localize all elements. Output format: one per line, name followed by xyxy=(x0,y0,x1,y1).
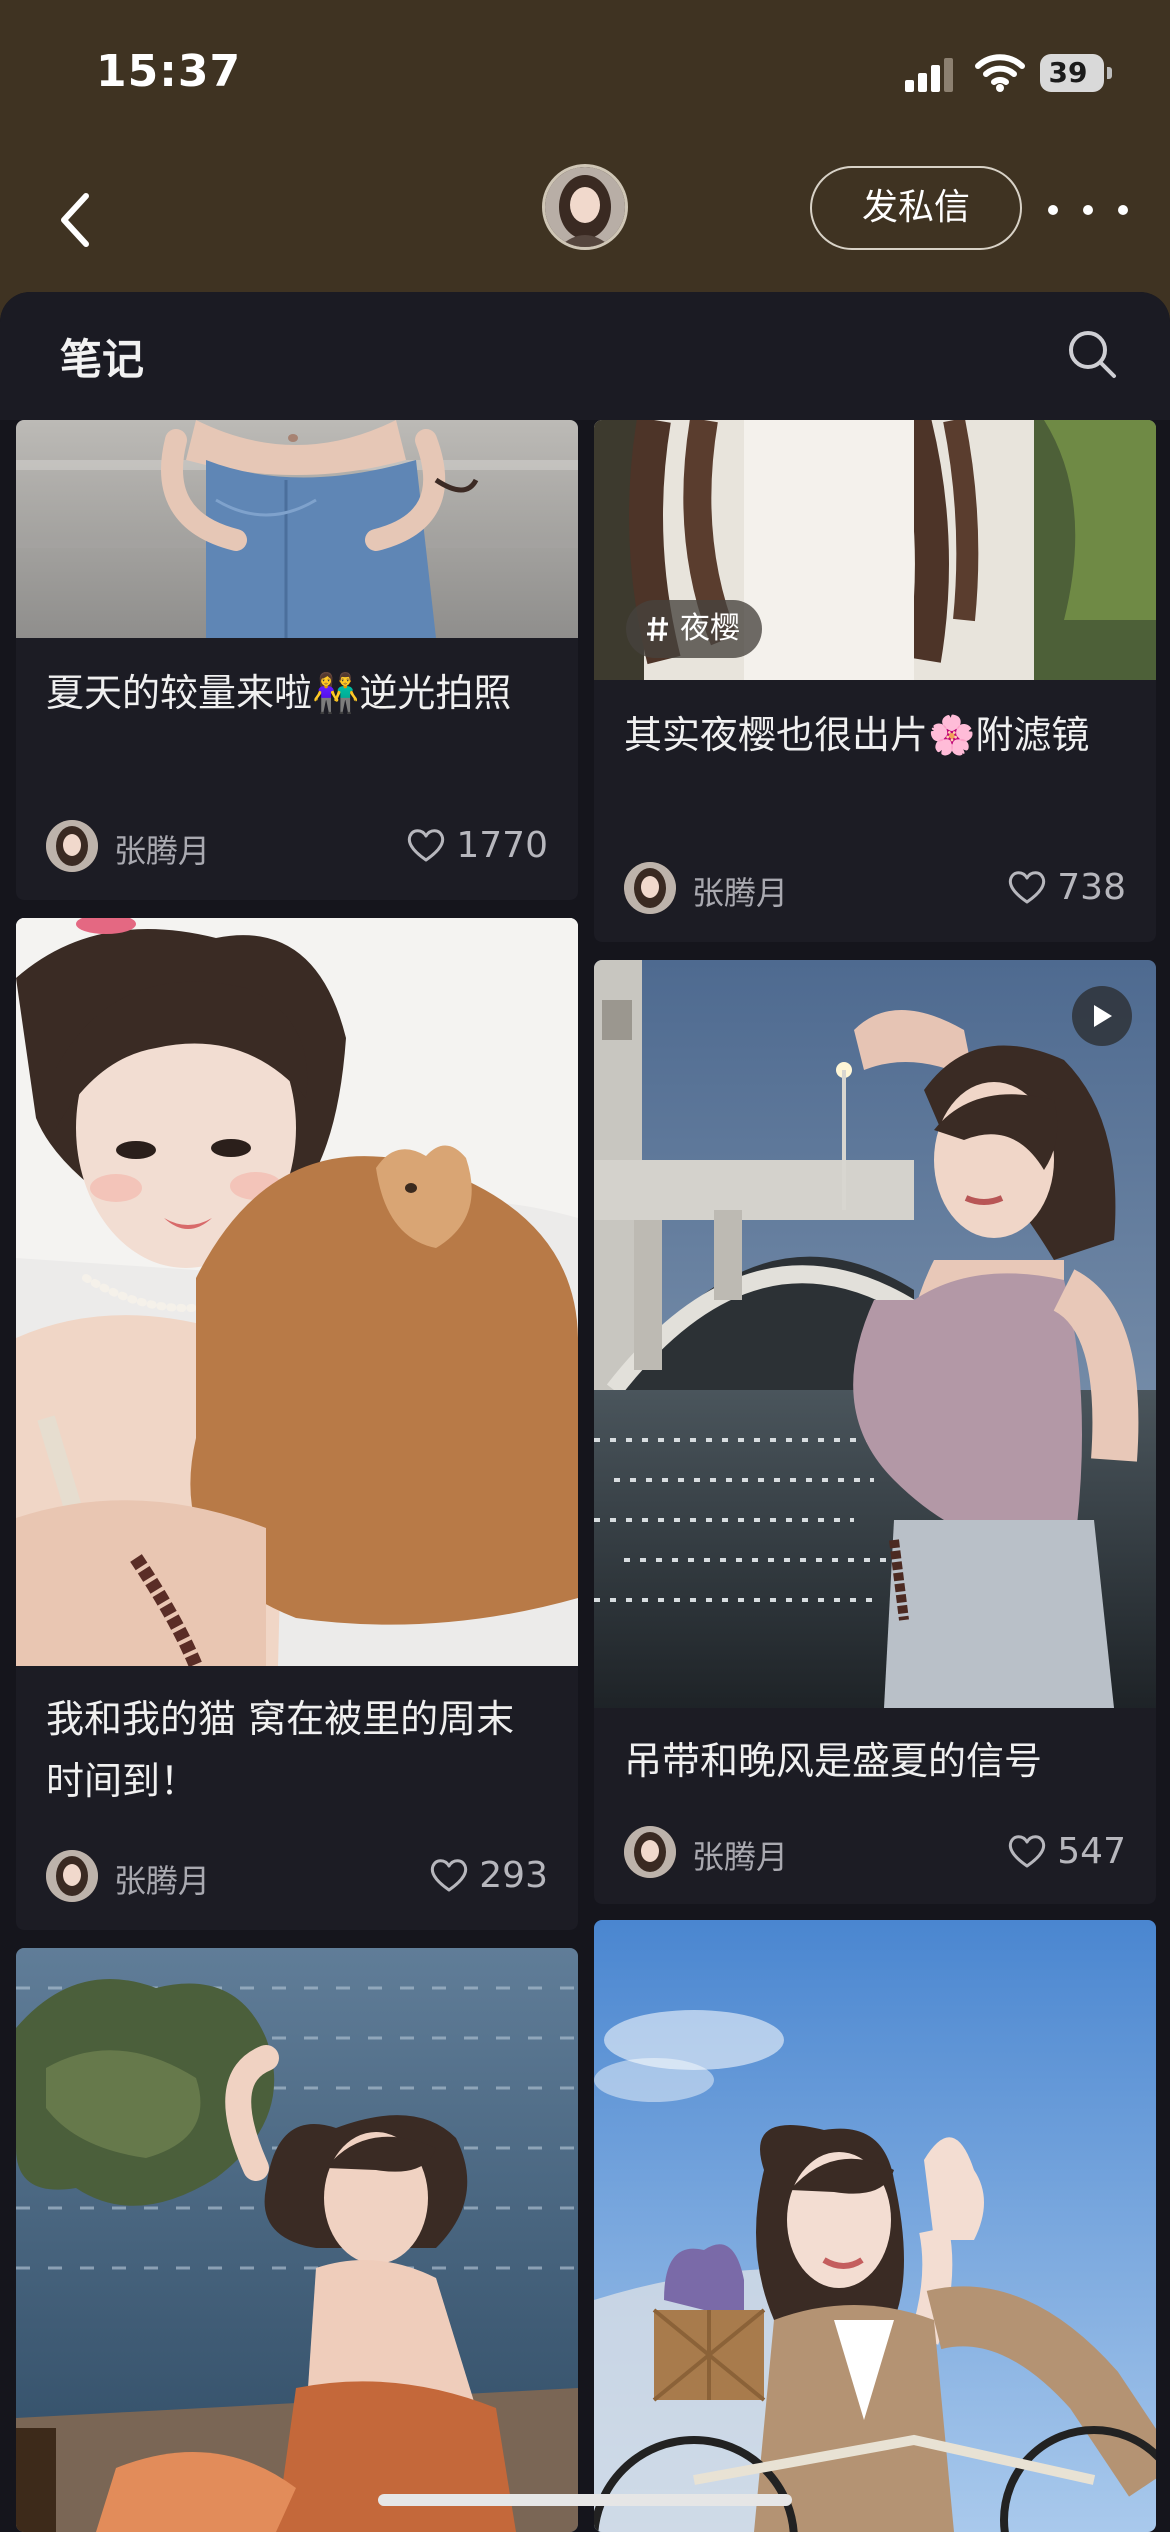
author-avatar[interactable] xyxy=(624,1826,676,1878)
note-cover-image xyxy=(16,918,578,1666)
like-count: 1770 xyxy=(456,824,548,866)
note-cover-image xyxy=(594,1920,1156,2532)
like-count: 547 xyxy=(1057,1830,1126,1872)
app-root: 15:37 39 发私信 笔记 夏天的较量来啦👫逆光拍照 张腾月 1770 夜樱… xyxy=(0,0,1170,2532)
heart-icon xyxy=(1009,871,1046,904)
more-dots-icon xyxy=(1083,205,1093,215)
search-icon[interactable] xyxy=(1064,326,1120,382)
avatar-portrait xyxy=(545,167,625,247)
author-name[interactable]: 张腾月 xyxy=(114,826,210,872)
battery-icon: 39 xyxy=(1040,54,1112,92)
like-button[interactable]: 738 xyxy=(1007,864,1126,910)
wifi-icon xyxy=(975,54,1025,92)
like-count: 738 xyxy=(1057,866,1126,908)
back-button[interactable] xyxy=(46,180,102,260)
note-card[interactable] xyxy=(16,1948,578,2532)
note-title: 其实夜樱也很出片🌸附滤镜 xyxy=(624,713,1090,757)
note-footer: 张腾月 547 xyxy=(624,1822,1126,1878)
note-cover-image xyxy=(594,960,1156,1708)
note-title: 夏天的较量来啦👫逆光拍照 xyxy=(46,671,512,715)
author-name[interactable]: 张腾月 xyxy=(692,1832,788,1878)
note-footer: 张腾月 293 xyxy=(46,1846,548,1902)
play-icon xyxy=(1094,1005,1112,1027)
status-time: 15:37 xyxy=(96,46,242,97)
note-title: 吊带和晚风是盛夏的信号 xyxy=(624,1739,1043,1783)
like-button[interactable]: 1770 xyxy=(406,822,548,868)
send-message-button[interactable]: 发私信 xyxy=(810,166,1022,250)
profile-nav-bar: 发私信 xyxy=(0,150,1170,300)
status-bar: 15:37 39 xyxy=(0,0,1170,150)
cellular-signal-icon xyxy=(905,58,955,92)
heart-icon xyxy=(431,1859,468,1892)
author-avatar[interactable] xyxy=(46,820,98,872)
chevron-left-icon xyxy=(61,193,89,247)
battery-cap xyxy=(1107,67,1112,79)
note-title: 我和我的猫 窝在被里的周末时间到！ xyxy=(46,1697,515,1803)
topic-tag[interactable]: 夜樱 xyxy=(626,600,762,658)
heart-icon xyxy=(1009,1835,1046,1868)
note-footer: 张腾月 738 xyxy=(624,858,1126,914)
note-card[interactable]: 吊带和晚风是盛夏的信号 张腾月 547 xyxy=(594,960,1156,1904)
more-dots-icon xyxy=(1048,205,1058,215)
profile-avatar[interactable] xyxy=(542,164,628,250)
note-footer: 张腾月 1770 xyxy=(46,816,548,872)
battery-level: 39 xyxy=(1048,56,1088,89)
note-card[interactable]: 夏天的较量来啦👫逆光拍照 张腾月 1770 xyxy=(16,420,578,900)
note-card[interactable]: 夜樱 其实夜樱也很出片🌸附滤镜 张腾月 738 xyxy=(594,420,1156,942)
author-avatar[interactable] xyxy=(46,1850,98,1902)
note-cover-image xyxy=(16,1948,578,2532)
home-indicator[interactable] xyxy=(378,2494,792,2506)
more-dots-icon xyxy=(1118,205,1128,215)
like-button[interactable]: 547 xyxy=(1007,1828,1126,1874)
topic-tag-label: 夜樱 xyxy=(680,611,740,646)
like-count: 293 xyxy=(479,1854,548,1896)
like-button[interactable]: 293 xyxy=(429,1852,548,1898)
author-name[interactable]: 张腾月 xyxy=(114,1856,210,1902)
more-options-button[interactable] xyxy=(1048,190,1128,230)
notes-section-title: 笔记 xyxy=(60,335,145,384)
video-badge xyxy=(1072,986,1132,1046)
heart-icon xyxy=(408,829,445,862)
note-card[interactable]: 我和我的猫 窝在被里的周末时间到！ 张腾月 293 xyxy=(16,918,578,1930)
note-card[interactable] xyxy=(594,1920,1156,2532)
author-avatar[interactable] xyxy=(624,862,676,914)
author-name[interactable]: 张腾月 xyxy=(692,868,788,914)
note-cover-image xyxy=(16,420,578,638)
hashtag-icon xyxy=(647,616,668,642)
notes-section-header: 笔记 xyxy=(0,292,1170,420)
